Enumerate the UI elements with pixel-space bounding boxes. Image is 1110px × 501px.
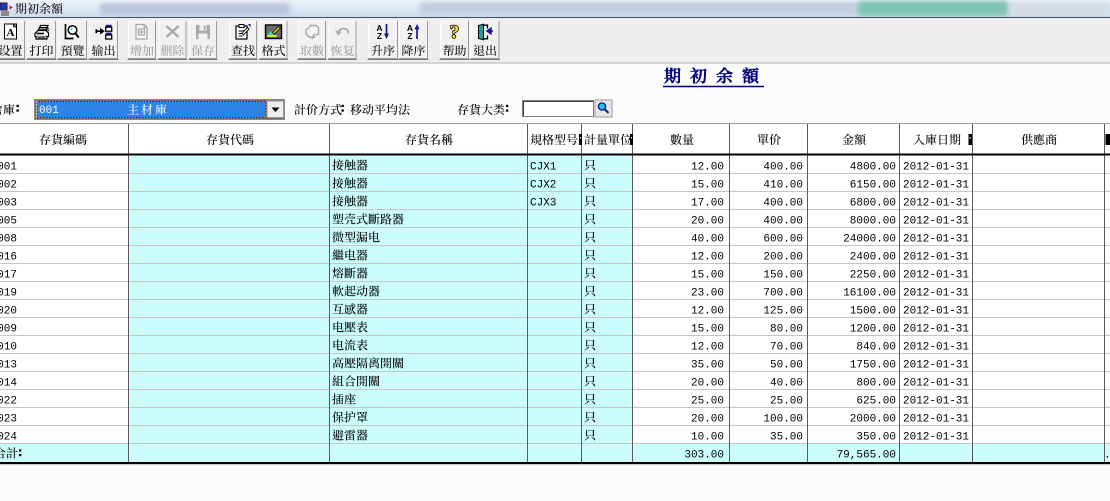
svg-text:?: ? xyxy=(450,22,460,43)
svg-text:002: 002 xyxy=(0,180,17,192)
svg-text:70.00: 70.00 xyxy=(770,342,803,354)
svg-text:1200.00: 1200.00 xyxy=(850,324,896,336)
svg-text:15.00: 15.00 xyxy=(691,324,724,336)
svg-text:010: 010 xyxy=(0,342,17,354)
svg-text:40.00: 40.00 xyxy=(770,378,803,390)
svg-text:2012-01-31: 2012-01-31 xyxy=(903,288,969,300)
svg-text:400.00: 400.00 xyxy=(763,216,803,228)
svg-text:24000.00: 24000.00 xyxy=(843,234,896,246)
svg-text:A: A xyxy=(7,27,15,39)
svg-text:1750.00: 1750.00 xyxy=(850,360,896,372)
svg-text:2012-01-31: 2012-01-31 xyxy=(903,270,969,282)
svg-text:022: 022 xyxy=(0,396,17,408)
svg-text:20.00: 20.00 xyxy=(691,216,724,228)
svg-text:017: 017 xyxy=(0,270,17,282)
svg-text:16100.00: 16100.00 xyxy=(843,288,896,300)
svg-text:12.00: 12.00 xyxy=(691,306,724,318)
svg-text:200.00: 200.00 xyxy=(763,252,803,264)
svg-text:CJX1: CJX1 xyxy=(530,162,557,174)
svg-text:2012-01-31: 2012-01-31 xyxy=(903,378,969,390)
svg-text:35.00: 35.00 xyxy=(770,432,803,444)
svg-text:2012-01-31: 2012-01-31 xyxy=(903,198,969,210)
svg-text:12.00: 12.00 xyxy=(691,342,724,354)
svg-text:79,565.00: 79,565.00 xyxy=(837,450,896,462)
svg-text:23.00: 23.00 xyxy=(691,288,724,300)
svg-text:800.00: 800.00 xyxy=(856,378,896,390)
svg-text:80.00: 80.00 xyxy=(770,324,803,336)
svg-text:023: 023 xyxy=(0,414,17,426)
svg-text:40.00: 40.00 xyxy=(691,234,724,246)
svg-text:2012-01-31: 2012-01-31 xyxy=(903,252,969,264)
svg-text:25.00: 25.00 xyxy=(691,396,724,408)
svg-text:303.00: 303.00 xyxy=(684,450,724,462)
svg-text:2250.00: 2250.00 xyxy=(850,270,896,282)
svg-text:600.00: 600.00 xyxy=(763,234,803,246)
svg-text:35.00: 35.00 xyxy=(691,360,724,372)
svg-text:50.00: 50.00 xyxy=(770,360,803,372)
svg-text:20.00: 20.00 xyxy=(691,378,724,390)
svg-text:013: 013 xyxy=(0,360,17,372)
svg-text:2012-01-31: 2012-01-31 xyxy=(903,216,969,228)
svg-text:400.00: 400.00 xyxy=(763,198,803,210)
svg-text:25.00: 25.00 xyxy=(770,396,803,408)
svg-text:400.00: 400.00 xyxy=(763,162,803,174)
svg-text:2012-01-31: 2012-01-31 xyxy=(903,432,969,444)
svg-text:350.00: 350.00 xyxy=(856,432,896,444)
svg-text:2012-01-31: 2012-01-31 xyxy=(903,342,969,354)
svg-text:001: 001 xyxy=(39,105,59,117)
svg-text:6150.00: 6150.00 xyxy=(850,180,896,192)
svg-text:15.00: 15.00 xyxy=(691,270,724,282)
svg-text:CJX2: CJX2 xyxy=(530,180,556,192)
svg-text:009: 009 xyxy=(0,324,17,336)
svg-text:625.00: 625.00 xyxy=(856,396,896,408)
svg-text:17.00: 17.00 xyxy=(691,198,724,210)
svg-text:2012-01-31: 2012-01-31 xyxy=(903,360,969,372)
svg-text:2012-01-31: 2012-01-31 xyxy=(903,414,969,426)
svg-text:125.00: 125.00 xyxy=(763,306,803,318)
svg-text:2012-01-31: 2012-01-31 xyxy=(903,234,969,246)
svg-text:150.00: 150.00 xyxy=(763,270,803,282)
svg-text:12.00: 12.00 xyxy=(691,252,724,264)
svg-text:100.00: 100.00 xyxy=(763,414,803,426)
svg-text:Z: Z xyxy=(377,31,382,41)
svg-text:Z: Z xyxy=(407,31,412,41)
svg-text:008: 008 xyxy=(0,234,17,246)
svg-text:410.00: 410.00 xyxy=(763,180,803,192)
svg-text:001: 001 xyxy=(0,162,17,174)
svg-text:15.00: 15.00 xyxy=(691,180,724,192)
svg-text:2012-01-31: 2012-01-31 xyxy=(903,180,969,192)
svg-text:8000.00: 8000.00 xyxy=(850,216,896,228)
svg-text:020: 020 xyxy=(0,306,17,318)
svg-text:003: 003 xyxy=(0,198,17,210)
svg-text:1500.00: 1500.00 xyxy=(850,306,896,318)
svg-text:2012-01-31: 2012-01-31 xyxy=(903,324,969,336)
svg-text:12.00: 12.00 xyxy=(691,162,724,174)
svg-text:2000.00: 2000.00 xyxy=(850,414,896,426)
svg-text:6800.00: 6800.00 xyxy=(850,198,896,210)
svg-text:2012-01-31: 2012-01-31 xyxy=(903,396,969,408)
svg-text:700.00: 700.00 xyxy=(763,288,803,300)
svg-text:014: 014 xyxy=(0,378,17,390)
svg-text:2012-01-31: 2012-01-31 xyxy=(903,306,969,318)
svg-text:CJX3: CJX3 xyxy=(530,198,556,210)
svg-text:2012-01-31: 2012-01-31 xyxy=(903,162,969,174)
svg-text:005: 005 xyxy=(0,216,17,228)
svg-text:.: . xyxy=(1104,450,1110,462)
svg-text:016: 016 xyxy=(0,252,17,264)
svg-text:019: 019 xyxy=(0,288,17,300)
svg-text:024: 024 xyxy=(0,432,17,444)
svg-text:10.00: 10.00 xyxy=(691,432,724,444)
svg-text:20.00: 20.00 xyxy=(691,414,724,426)
svg-text:2400.00: 2400.00 xyxy=(850,252,896,264)
svg-text:4800.00: 4800.00 xyxy=(850,162,896,174)
svg-text:840.00: 840.00 xyxy=(856,342,896,354)
